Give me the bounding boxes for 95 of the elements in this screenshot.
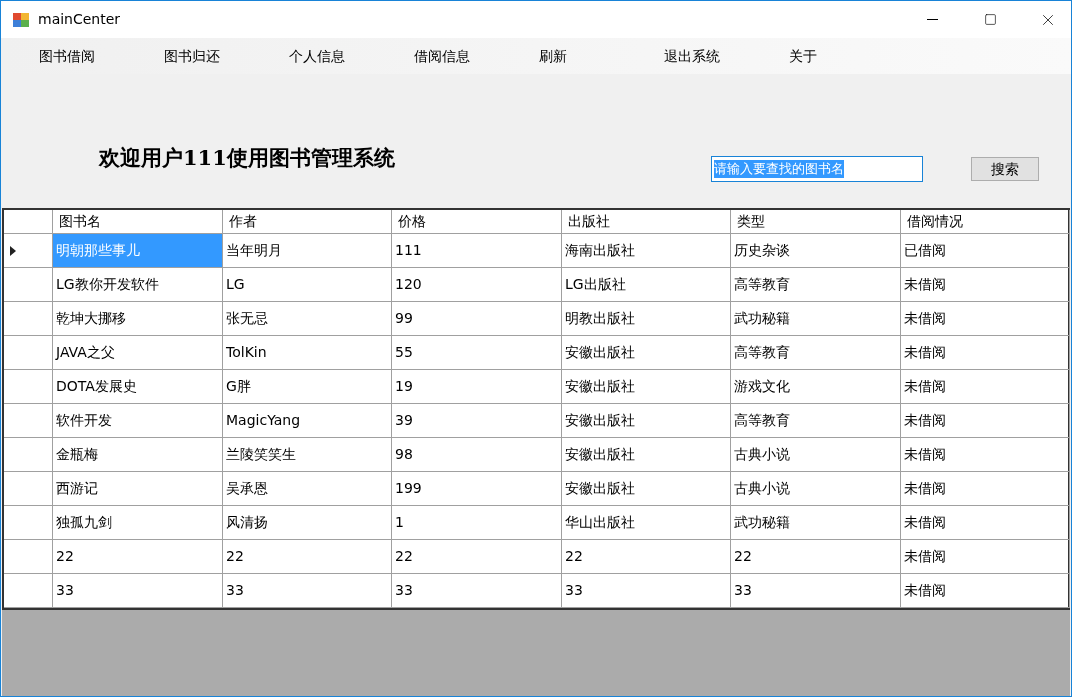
table-cell[interactable]: 风清扬 bbox=[223, 506, 392, 540]
table-cell[interactable]: 未借阅 bbox=[901, 336, 1070, 370]
table-cell[interactable]: 未借阅 bbox=[901, 472, 1070, 506]
table-cell[interactable]: 游戏文化 bbox=[731, 370, 901, 404]
column-header[interactable]: 价格 bbox=[392, 210, 562, 234]
table-cell[interactable]: LG bbox=[223, 268, 392, 302]
table-cell[interactable]: 张无忌 bbox=[223, 302, 392, 336]
table-cell[interactable]: 1 bbox=[392, 506, 562, 540]
table-cell[interactable]: G胖 bbox=[223, 370, 392, 404]
table-cell[interactable]: 22 bbox=[392, 540, 562, 574]
column-header[interactable]: 出版社 bbox=[562, 210, 731, 234]
table-cell[interactable]: 未借阅 bbox=[901, 506, 1070, 540]
maximize-icon bbox=[983, 13, 997, 26]
table-cell[interactable]: 120 bbox=[392, 268, 562, 302]
app-icon bbox=[12, 11, 30, 28]
table-cell[interactable]: LG教你开发软件 bbox=[53, 268, 223, 302]
table-cell[interactable]: 历史杂谈 bbox=[731, 234, 901, 268]
table-cell[interactable]: 古典小说 bbox=[731, 472, 901, 506]
table-cell[interactable]: MagicYang bbox=[223, 404, 392, 438]
table-cell[interactable]: 已借阅 bbox=[901, 234, 1070, 268]
table-cell[interactable]: 高等教育 bbox=[731, 268, 901, 302]
table-cell[interactable]: 22 bbox=[223, 540, 392, 574]
table-cell[interactable]: 33 bbox=[562, 574, 731, 608]
row-header[interactable] bbox=[4, 540, 53, 574]
table-cell[interactable]: 未借阅 bbox=[901, 302, 1070, 336]
table-cell[interactable]: 安徽出版社 bbox=[562, 336, 731, 370]
table-cell[interactable]: 39 bbox=[392, 404, 562, 438]
table-cell[interactable]: 西游记 bbox=[53, 472, 223, 506]
menu-item[interactable]: 图书借阅 bbox=[37, 45, 162, 67]
table-cell[interactable]: 22 bbox=[53, 540, 223, 574]
table-cell[interactable]: 乾坤大挪移 bbox=[53, 302, 223, 336]
table-cell[interactable]: 安徽出版社 bbox=[562, 404, 731, 438]
table-cell[interactable]: 22 bbox=[731, 540, 901, 574]
table-cell[interactable]: 22 bbox=[562, 540, 731, 574]
table-cell[interactable]: 安徽出版社 bbox=[562, 472, 731, 506]
table-cell[interactable]: 99 bbox=[392, 302, 562, 336]
row-header[interactable] bbox=[4, 370, 53, 404]
minimize-icon bbox=[926, 19, 938, 20]
table-cell[interactable]: 当年明月 bbox=[223, 234, 392, 268]
welcome-heading: 欢迎用户111使用图书管理系统 bbox=[99, 144, 395, 172]
table-cell[interactable]: 199 bbox=[392, 472, 562, 506]
table-cell[interactable]: 武功秘籍 bbox=[731, 506, 901, 540]
table-cell[interactable]: 明教出版社 bbox=[562, 302, 731, 336]
row-header[interactable] bbox=[4, 336, 53, 370]
table-cell[interactable]: 古典小说 bbox=[731, 438, 901, 472]
menu-item[interactable]: 刷新 bbox=[537, 45, 662, 67]
table-cell[interactable]: 未借阅 bbox=[901, 574, 1070, 608]
table-cell[interactable]: 未借阅 bbox=[901, 438, 1070, 472]
table-cell[interactable]: TolKin bbox=[223, 336, 392, 370]
table-cell[interactable]: 安徽出版社 bbox=[562, 438, 731, 472]
row-header[interactable] bbox=[4, 574, 53, 608]
table-cell[interactable]: 19 bbox=[392, 370, 562, 404]
search-button[interactable]: 搜索 bbox=[971, 157, 1039, 181]
table-cell[interactable]: 未借阅 bbox=[901, 540, 1070, 574]
table-cell[interactable]: 吴承恩 bbox=[223, 472, 392, 506]
table-cell[interactable]: 独孤九剑 bbox=[53, 506, 223, 540]
table-cell[interactable]: 55 bbox=[392, 336, 562, 370]
table-cell[interactable]: 未借阅 bbox=[901, 370, 1070, 404]
column-header[interactable]: 作者 bbox=[223, 210, 392, 234]
table-cell[interactable]: 海南出版社 bbox=[562, 234, 731, 268]
table-cell[interactable]: 安徽出版社 bbox=[562, 370, 731, 404]
table-cell[interactable]: 未借阅 bbox=[901, 404, 1070, 438]
menu-item[interactable]: 退出系统 bbox=[662, 45, 787, 67]
menu-item[interactable]: 关于 bbox=[787, 45, 912, 67]
table-cell[interactable]: DOTA发展史 bbox=[53, 370, 223, 404]
row-header[interactable] bbox=[4, 438, 53, 472]
table-cell[interactable]: 金瓶梅 bbox=[53, 438, 223, 472]
table-cell[interactable]: 33 bbox=[731, 574, 901, 608]
menu-item[interactable]: 借阅信息 bbox=[412, 45, 537, 67]
row-header[interactable] bbox=[4, 302, 53, 336]
table-cell[interactable]: 33 bbox=[392, 574, 562, 608]
table-cell[interactable]: LG出版社 bbox=[562, 268, 731, 302]
row-header-corner bbox=[4, 210, 53, 234]
table-cell[interactable]: 华山出版社 bbox=[562, 506, 731, 540]
table-cell[interactable]: 33 bbox=[223, 574, 392, 608]
table-cell[interactable]: 未借阅 bbox=[901, 268, 1070, 302]
row-header[interactable] bbox=[4, 506, 53, 540]
table-cell[interactable]: 武功秘籍 bbox=[731, 302, 901, 336]
table-cell[interactable]: JAVA之父 bbox=[53, 336, 223, 370]
table-cell[interactable]: 兰陵笑笑生 bbox=[223, 438, 392, 472]
row-header[interactable] bbox=[4, 404, 53, 438]
menu-item[interactable]: 图书归还 bbox=[162, 45, 287, 67]
window-title: mainCenter bbox=[38, 10, 121, 29]
column-header[interactable]: 借阅情况 bbox=[901, 210, 1070, 234]
table-cell[interactable]: 高等教育 bbox=[731, 404, 901, 438]
menu-item[interactable]: 个人信息 bbox=[287, 45, 412, 67]
table-cell[interactable]: 高等教育 bbox=[731, 336, 901, 370]
column-header[interactable]: 类型 bbox=[731, 210, 901, 234]
table-cell[interactable]: 33 bbox=[53, 574, 223, 608]
table-cell[interactable]: 111 bbox=[392, 234, 562, 268]
table-cell[interactable]: 软件开发 bbox=[53, 404, 223, 438]
table-cell[interactable]: 98 bbox=[392, 438, 562, 472]
current-row-icon bbox=[10, 245, 16, 256]
row-header[interactable] bbox=[4, 268, 53, 302]
row-header[interactable] bbox=[4, 472, 53, 506]
